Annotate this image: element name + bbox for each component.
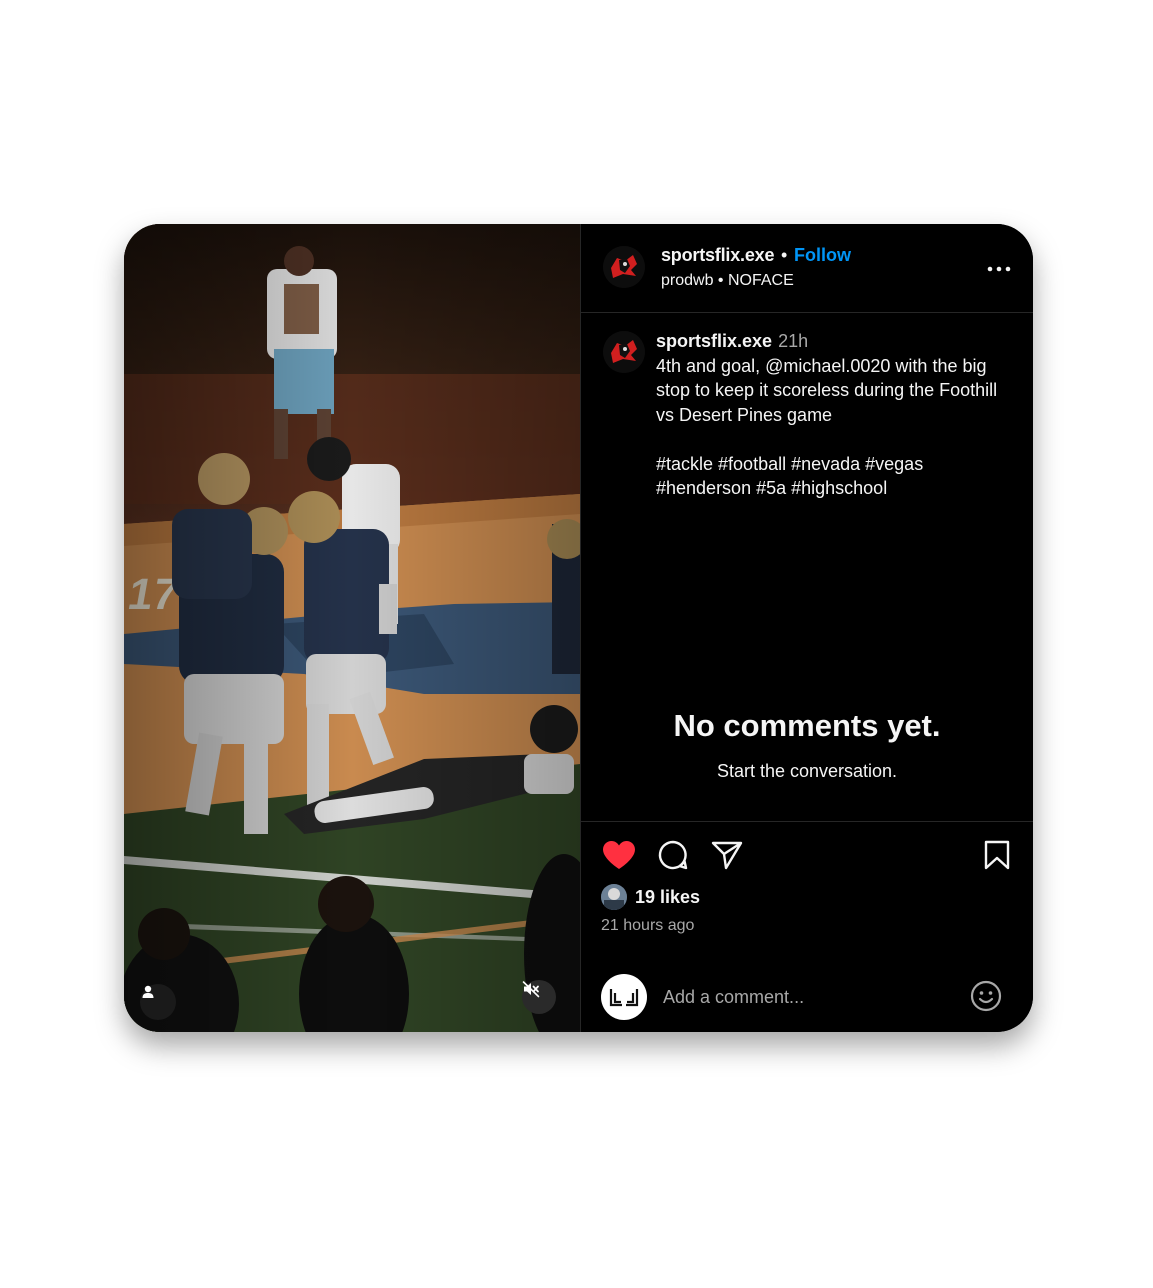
post-timestamp: 21 hours ago: [601, 917, 695, 934]
caption-body: 4th and goal, @michael.0020 with the big…: [656, 355, 998, 499]
caption-author-avatar[interactable]: [603, 331, 645, 373]
author-avatar[interactable]: [603, 246, 645, 288]
post-header: sportsflix.exe • Follow prodwb • NOFACE: [581, 224, 1033, 313]
post-video[interactable]: 17: [124, 224, 580, 1032]
audio-attribution[interactable]: prodwb • NOFACE: [661, 272, 794, 290]
send-icon: [711, 840, 743, 875]
save-button[interactable]: [979, 839, 1015, 875]
empty-comments-subtitle: Start the conversation.: [716, 761, 898, 781]
current-user-avatar: [601, 974, 647, 1020]
author-username[interactable]: sportsflix.exe: [661, 245, 774, 266]
like-button[interactable]: [601, 839, 637, 875]
header-separator: •: [781, 245, 788, 265]
liker-avatar: [601, 884, 627, 910]
post-dialog: 17: [124, 224, 1033, 1032]
heart-filled-icon: [602, 840, 636, 875]
empty-comments-title: No comments yet.: [673, 708, 941, 743]
comment-icon: [657, 839, 689, 876]
video-frame: 17: [124, 224, 580, 1032]
comment-button[interactable]: [655, 839, 691, 875]
caption-username[interactable]: sportsflix.exe: [656, 331, 772, 351]
comments-section: sportsflix.exe 21h 4th and goal, @michael…: [581, 313, 1033, 822]
post-details-panel: sportsflix.exe • Follow prodwb • NOFACE: [581, 224, 1033, 1032]
more-options-button[interactable]: [985, 254, 1013, 282]
post-actions: [581, 839, 1033, 879]
tagged-users-button[interactable]: [140, 984, 176, 1020]
bookmark-icon: [984, 840, 1010, 875]
comment-input[interactable]: [663, 984, 953, 1010]
likes-count[interactable]: 19 likes: [635, 887, 700, 908]
more-horizontal-icon: [987, 259, 1011, 277]
caption-time: 21h: [778, 331, 809, 351]
mute-toggle-button[interactable]: [522, 980, 556, 1014]
share-button[interactable]: [709, 839, 745, 875]
add-comment-bar: [581, 970, 1033, 1022]
post-caption: sportsflix.exe 21h 4th and goal, @michael…: [656, 329, 1016, 501]
emoji-button[interactable]: [969, 980, 1003, 1017]
follow-button[interactable]: Follow: [794, 245, 851, 266]
emoji-icon: [970, 980, 1002, 1017]
